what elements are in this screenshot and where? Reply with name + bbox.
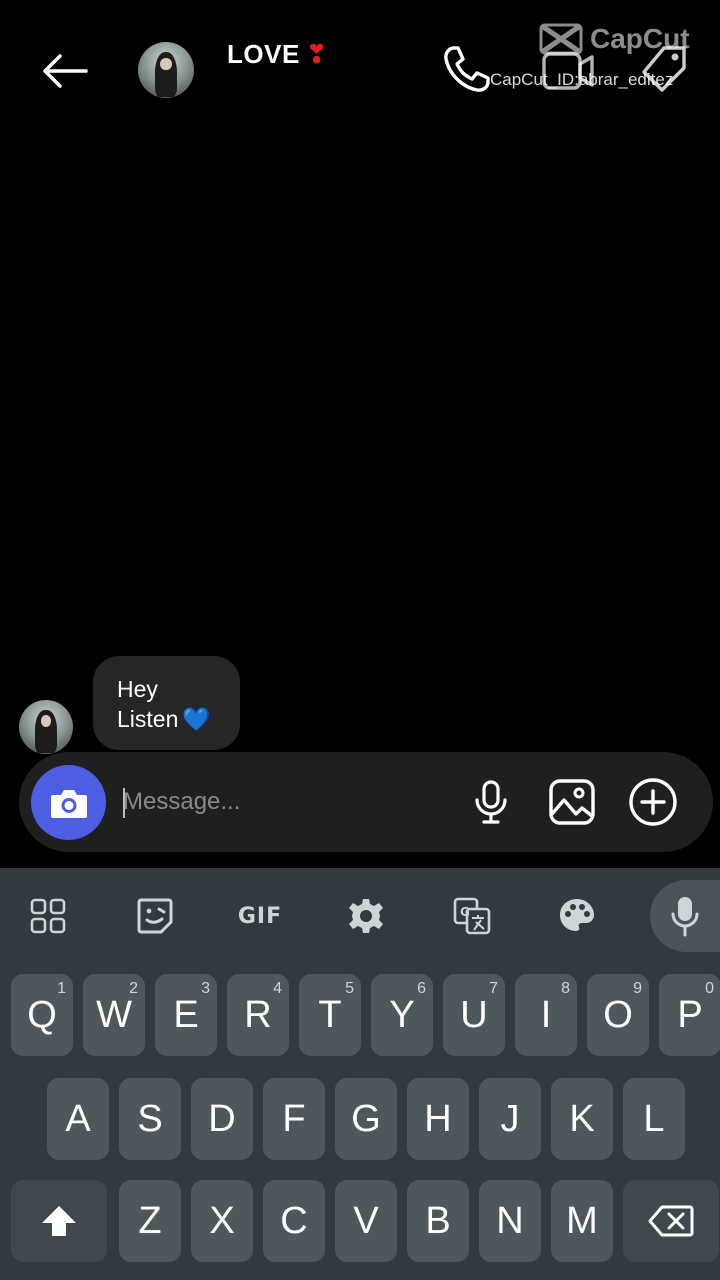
capcut-logo-text: CapCut bbox=[590, 23, 690, 54]
capcut-watermark-logo: CapCut bbox=[538, 22, 690, 56]
key-h[interactable]: H bbox=[407, 1078, 469, 1160]
message-line-2: Listen bbox=[117, 706, 179, 732]
voice-message-button[interactable] bbox=[465, 776, 517, 828]
voice-call-button[interactable] bbox=[440, 44, 492, 96]
message-line-1: Hey bbox=[117, 676, 158, 702]
key-y[interactable]: Y6 bbox=[371, 974, 433, 1056]
keyboard-toolbar: GIF G bbox=[0, 868, 720, 964]
key-c[interactable]: C bbox=[263, 1180, 325, 1262]
translate-icon: G bbox=[453, 897, 491, 935]
contact-name[interactable]: LOVE ❣ bbox=[227, 36, 328, 72]
key-n[interactable]: N bbox=[479, 1180, 541, 1262]
key-q[interactable]: Q1 bbox=[11, 974, 73, 1056]
heart-exclamation-emoji: ❣ bbox=[305, 38, 328, 69]
key-r[interactable]: R4 bbox=[227, 974, 289, 1056]
message-sender-avatar[interactable] bbox=[19, 700, 73, 754]
microphone-icon bbox=[475, 780, 507, 824]
key-t[interactable]: T5 bbox=[299, 974, 361, 1056]
key-d[interactable]: D bbox=[191, 1078, 253, 1160]
capcut-watermark-id: CapCut_ID:abrar_editez bbox=[490, 70, 674, 89]
chat-header: LOVE ❣ CapCut CapCut_ID:abrar_editez bbox=[0, 0, 720, 130]
backspace-key[interactable] bbox=[623, 1180, 719, 1262]
key-i[interactable]: I8 bbox=[515, 974, 577, 1056]
key-z[interactable]: Z bbox=[119, 1180, 181, 1262]
plus-circle-icon bbox=[629, 778, 677, 826]
theme-button[interactable] bbox=[545, 888, 609, 944]
page-title: LOVE bbox=[227, 38, 300, 69]
apps-button[interactable] bbox=[16, 888, 80, 944]
key-k[interactable]: K bbox=[551, 1078, 613, 1160]
more-options-button[interactable] bbox=[627, 776, 679, 828]
svg-text:G: G bbox=[460, 905, 470, 919]
text-cursor bbox=[123, 788, 125, 818]
gif-label: GIF bbox=[237, 903, 283, 929]
key-v[interactable]: V bbox=[335, 1180, 397, 1262]
key-w[interactable]: W2 bbox=[83, 974, 145, 1056]
message-bubble[interactable]: Hey Listen 💙 bbox=[93, 656, 240, 750]
camera-icon bbox=[50, 789, 87, 818]
backspace-icon bbox=[648, 1205, 694, 1237]
key-j[interactable]: J bbox=[479, 1078, 541, 1160]
gear-icon bbox=[349, 899, 383, 933]
key-u[interactable]: U7 bbox=[443, 974, 505, 1056]
key-m[interactable]: M bbox=[551, 1180, 613, 1262]
key-b[interactable]: B bbox=[407, 1180, 469, 1262]
image-icon bbox=[549, 779, 595, 825]
gallery-button[interactable] bbox=[546, 776, 598, 828]
palette-icon bbox=[560, 899, 594, 931]
grid-icon bbox=[30, 898, 66, 934]
settings-button[interactable] bbox=[334, 888, 398, 944]
translate-button[interactable]: G bbox=[440, 888, 504, 944]
back-button[interactable] bbox=[36, 46, 92, 96]
blue-heart-emoji: 💙 bbox=[182, 706, 212, 732]
shift-arrow-icon bbox=[42, 1206, 76, 1236]
key-g[interactable]: G bbox=[335, 1078, 397, 1160]
capcut-logo-icon bbox=[539, 23, 583, 55]
shift-key[interactable] bbox=[11, 1180, 107, 1262]
sticker-icon bbox=[137, 898, 173, 934]
camera-button[interactable] bbox=[31, 765, 106, 840]
gif-button[interactable]: GIF bbox=[228, 888, 292, 944]
contact-avatar[interactable] bbox=[138, 42, 194, 98]
key-e[interactable]: E3 bbox=[155, 974, 217, 1056]
key-p[interactable]: P0 bbox=[659, 974, 720, 1056]
phone-icon bbox=[444, 46, 490, 92]
on-screen-keyboard: GIF G Q 1 W 2 E 3 R 4 T 5 Y 6 U 7 I 8 O … bbox=[0, 868, 720, 1280]
voice-typing-button[interactable] bbox=[650, 880, 720, 952]
message-input[interactable] bbox=[123, 778, 453, 826]
key-l[interactable]: L bbox=[623, 1078, 685, 1160]
message-composer bbox=[19, 752, 713, 852]
key-f[interactable]: F bbox=[263, 1078, 325, 1160]
arrow-left-icon bbox=[43, 54, 88, 88]
sticker-button[interactable] bbox=[123, 888, 187, 944]
key-a[interactable]: A bbox=[47, 1078, 109, 1160]
key-s[interactable]: S bbox=[119, 1078, 181, 1160]
key-o[interactable]: O9 bbox=[587, 974, 649, 1056]
key-x[interactable]: X bbox=[191, 1180, 253, 1262]
microphone-icon bbox=[671, 897, 699, 937]
